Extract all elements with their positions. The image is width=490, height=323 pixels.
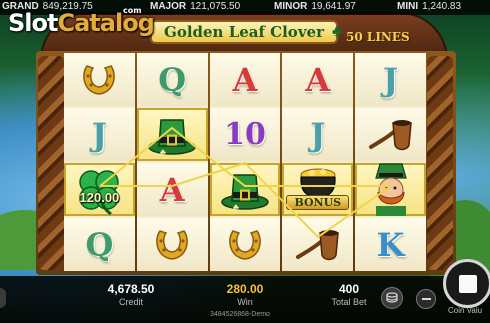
reel-cell: J — [282, 108, 354, 161]
reel-cell: J — [64, 108, 135, 161]
jackpot-mini: MINI 1,240.83 — [397, 1, 462, 12]
symbol-letter: J — [383, 60, 399, 99]
symbol-letter: Q — [85, 225, 114, 264]
reel-cell: ♣ — [136, 108, 208, 161]
reel-cell — [282, 218, 354, 271]
coins-stack-icon — [386, 292, 398, 303]
reel-cell: Q — [136, 53, 208, 106]
svg-text:♣: ♣ — [233, 202, 239, 212]
reel-column: A J BONUS — [282, 53, 354, 271]
twisted-pillar-right — [427, 56, 453, 270]
coin-value-label: Coin Valu — [448, 306, 483, 315]
leprechaun-hat-icon: ♣ — [146, 113, 198, 157]
reel-column: JK — [355, 53, 426, 271]
svg-text:♣: ♣ — [160, 147, 166, 157]
pipe-icon — [367, 117, 415, 153]
reel-cell: Q — [64, 218, 135, 271]
reel-cell — [136, 218, 208, 271]
total-bet-label[interactable]: Total Bet — [314, 297, 384, 307]
jackpot-major: MAJOR 121,075.50 — [150, 1, 241, 12]
symbol-letter: Q — [158, 60, 187, 99]
symbol-letter: A — [159, 170, 185, 209]
build-id: 3484526868-Demo — [210, 311, 270, 318]
decrease-bet-button[interactable] — [416, 289, 436, 309]
credit-value: 4,678.50 — [107, 282, 155, 296]
lines-count: 50 LINES — [346, 30, 410, 44]
pipe-icon — [294, 227, 342, 263]
reel-cell — [64, 53, 135, 106]
win-label: Win — [237, 297, 253, 307]
symbol-letter: K — [376, 225, 405, 264]
symbol-letter: J — [310, 115, 326, 154]
horseshoe-icon — [151, 225, 193, 265]
reel-column: J 120.00 Q — [64, 53, 135, 271]
reel-column: Q ♣ A — [136, 53, 208, 271]
reel-cell: 120.00 — [64, 163, 135, 216]
cash-value-label: 120.00 — [79, 190, 120, 205]
clover-decoration-icon: ♣ — [332, 23, 342, 40]
symbol-letter: A — [305, 60, 331, 99]
reel-cell: A — [282, 53, 354, 106]
game-title: Golden Leaf Clover — [164, 23, 324, 41]
symbol-letter: 10 — [224, 116, 266, 152]
reel-grid: J 120.00 Q Q ♣ A A 10 ♣ A J BONUS J K — [64, 53, 426, 271]
reel-cell: 10 — [209, 108, 281, 161]
symbol-letter: A — [232, 60, 258, 99]
reel-cell — [355, 108, 426, 161]
reel-cell: ♣ — [209, 163, 281, 216]
reel-cell: K — [355, 218, 426, 271]
twisted-pillar-left — [38, 56, 64, 270]
leprechaun-hat-icon: ♣ — [219, 168, 271, 212]
watermark-logo: SlotCatalog com — [8, 6, 155, 37]
reel-cell: A — [209, 53, 281, 106]
horseshoe-icon — [78, 60, 120, 100]
horseshoe-icon — [224, 225, 266, 265]
jackpot-minor: MINOR 19,641.97 — [274, 1, 356, 12]
win-value: 280.00 — [226, 282, 264, 296]
leprechaun-icon — [360, 163, 422, 216]
symbol-letter: J — [91, 115, 107, 154]
autoplay-button[interactable] — [381, 287, 403, 309]
reel-cell: J — [355, 53, 426, 106]
credit-label: Credit — [118, 297, 143, 307]
reel-cell — [209, 218, 281, 271]
side-menu-tab[interactable] — [0, 288, 6, 308]
minus-icon — [421, 298, 431, 300]
reel-column: A 10 ♣ — [209, 53, 281, 271]
bonus-label: BONUS — [286, 195, 350, 210]
total-bet-value: 400 — [338, 282, 360, 296]
stop-icon — [458, 274, 477, 293]
stop-spin-button[interactable] — [443, 259, 490, 308]
game-logo: Golden Leaf Clover — [150, 20, 338, 44]
reel-cell: BONUS — [282, 163, 354, 216]
reel-cell: A — [136, 163, 208, 216]
reel-cell — [355, 163, 426, 216]
